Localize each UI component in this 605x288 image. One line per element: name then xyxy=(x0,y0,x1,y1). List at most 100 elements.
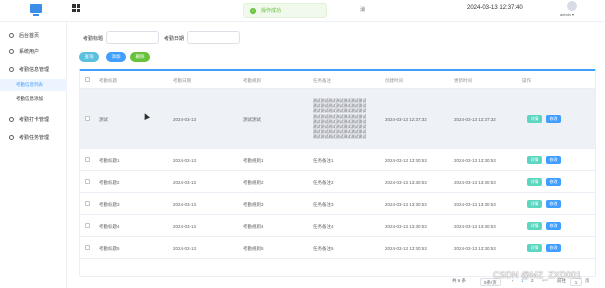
cell-rule: 考勤规则5 xyxy=(243,246,264,251)
sidebar-item-attendance-info[interactable]: 考勤信息管理 xyxy=(0,62,67,76)
cell-created: 2024-03-13 13:30:53 xyxy=(385,158,427,163)
edit-button[interactable]: 修改 xyxy=(546,178,561,186)
detail-button[interactable]: 详情 xyxy=(527,156,542,164)
avatar[interactable] xyxy=(567,1,577,11)
header-title: 考勤标题 xyxy=(99,78,117,83)
monitor-logo-icon xyxy=(30,4,42,16)
detail-button[interactable]: 详情 xyxy=(527,178,542,186)
cell-created: 2024-03-13 13:30:53 xyxy=(385,180,427,185)
edit-button[interactable]: 修改 xyxy=(546,115,561,123)
cell-note: 任务备注2 xyxy=(313,180,334,185)
date-search-label: 考勤日期 xyxy=(164,36,185,42)
date-search-input[interactable] xyxy=(187,31,240,44)
header-created: 创建时间 xyxy=(385,78,403,83)
sidebar-sub-attendance-add[interactable]: 考勤信息添加 xyxy=(0,93,67,105)
goto-suffix: 页 xyxy=(585,278,590,283)
cell-note: 任务备注3 xyxy=(313,202,334,207)
cell-updated: 2024-03-13 13:30:53 xyxy=(454,246,496,251)
detail-button[interactable]: 详情 xyxy=(527,222,542,230)
menu-grid-icon[interactable] xyxy=(72,4,80,12)
cell-updated: 2024-03-13 13:30:53 xyxy=(454,224,496,229)
pager-total: 共 6 条 xyxy=(452,278,467,283)
table-row[interactable]: 考勤标题3 2024-03-13 考勤规则3 任务备注3 2024-03-13 … xyxy=(80,193,595,215)
sidebar-item-tasks[interactable]: 考勤任务管理 xyxy=(0,130,67,144)
cell-note: 任务备注5 xyxy=(313,246,334,251)
top-bar: ✓ 操作成功 消 2024-03-13 12:37:40 admin ▾ xyxy=(0,0,605,22)
cell-note: 测试测试测试测试测试测试测试 测试测试测试测试测试测试测试 测试测试测试测试测试… xyxy=(313,99,367,140)
user-icon xyxy=(9,48,14,54)
edit-button[interactable]: 修改 xyxy=(546,156,561,164)
select-all-checkbox[interactable] xyxy=(85,77,90,82)
cell-note: 任务备注4 xyxy=(313,224,334,229)
table-row[interactable]: 考勤标题5 2024-03-13 考勤规则5 任务备注5 2024-03-13 … xyxy=(80,237,595,259)
watermark: CSDN @MZ_ZXD001 xyxy=(493,270,582,280)
cell-note: 任务备注1 xyxy=(313,158,334,163)
header-actions: 操作 xyxy=(522,78,531,83)
cell-date: 2024-03-13 xyxy=(173,202,197,207)
header-date: 考勤日期 xyxy=(173,78,191,83)
sidebar-sub-attendance-list[interactable]: 考勤信息列表 xyxy=(0,79,67,91)
cell-rule: 考勤规则3 xyxy=(243,202,264,207)
row-checkbox[interactable] xyxy=(85,157,90,162)
cell-date: 2024-03-13 xyxy=(173,158,197,163)
cell-title: 考勤标题1 xyxy=(99,158,120,163)
folder-icon xyxy=(9,66,14,72)
cell-date: 2024-03-13 xyxy=(173,117,197,122)
title-search-label: 考勤标题 xyxy=(83,36,104,42)
check-circle-icon: ✓ xyxy=(250,7,256,14)
header-note: 任务备注 xyxy=(313,78,331,83)
detail-button[interactable]: 详情 xyxy=(527,244,542,252)
row-checkbox[interactable] xyxy=(85,223,90,228)
table-row[interactable]: 考勤标题1 2024-03-13 考勤规则1 任务备注1 2024-03-13 … xyxy=(80,149,595,171)
row-checkbox[interactable] xyxy=(85,116,90,121)
table-row[interactable]: 考勤标题4 2024-03-13 考勤规则4 任务备注4 2024-03-13 … xyxy=(80,215,595,237)
detail-button[interactable]: 详情 xyxy=(527,115,542,123)
top-tail-text: 消 xyxy=(360,7,366,13)
sidebar-item-clockin[interactable]: 考勤打卡管理 xyxy=(0,112,67,126)
search-button[interactable]: 查询 xyxy=(79,52,99,62)
cell-title: 考勤标题5 xyxy=(99,246,120,251)
cell-title: 考勤标题2 xyxy=(99,180,120,185)
cell-title: 考勤标题4 xyxy=(99,224,120,229)
sidebar-item-users[interactable]: 系统用户 xyxy=(0,44,67,58)
row-checkbox[interactable] xyxy=(85,201,90,206)
title-search-input[interactable] xyxy=(106,31,159,44)
cell-date: 2024-03-13 xyxy=(173,224,197,229)
table-row[interactable]: 考勤标题2 2024-03-13 考勤规则2 任务备注2 2024-03-13 … xyxy=(80,171,595,193)
cell-created: 2024-03-13 12:37:32 xyxy=(385,117,427,122)
header-updated: 更新时间 xyxy=(454,78,472,83)
cell-date: 2024-03-13 xyxy=(173,180,197,185)
detail-button[interactable]: 详情 xyxy=(527,200,542,208)
cell-updated: 2024-03-13 13:30:53 xyxy=(454,202,496,207)
cell-created: 2024-03-13 13:30:53 xyxy=(385,224,427,229)
add-button[interactable]: 添加 xyxy=(106,52,126,62)
cell-created: 2024-03-13 13:30:53 xyxy=(385,246,427,251)
cell-rule: 考勤规则1 xyxy=(243,158,264,163)
edit-button[interactable]: 修改 xyxy=(546,222,561,230)
success-toast: ✓ 操作成功 xyxy=(243,3,327,18)
delete-button[interactable]: 删除 xyxy=(130,52,150,62)
user-menu[interactable]: admin ▾ xyxy=(560,12,574,17)
row-checkbox[interactable] xyxy=(85,179,90,184)
cell-updated: 2024-03-13 13:30:53 xyxy=(454,180,496,185)
task-icon xyxy=(9,134,14,140)
cell-updated: 2024-03-13 13:30:53 xyxy=(454,158,496,163)
clock-icon xyxy=(9,116,14,122)
table-row[interactable]: 测试 2024-03-13 测试测试 测试测试测试测试测试测试测试 测试测试测试… xyxy=(80,89,595,149)
cell-rule: 考勤规则2 xyxy=(243,180,264,185)
cell-updated: 2024-03-13 12:37:32 xyxy=(454,117,496,122)
row-checkbox[interactable] xyxy=(85,245,90,250)
attendance-table: 考勤标题 考勤日期 考勤规则 任务备注 创建时间 更新时间 操作 测试 2024… xyxy=(79,69,596,277)
home-icon xyxy=(9,32,14,38)
toast-text: 操作成功 xyxy=(261,8,282,14)
cell-created: 2024-03-13 13:30:53 xyxy=(385,202,427,207)
edit-button[interactable]: 修改 xyxy=(546,244,561,252)
sidebar: 后台首页 系统用户 考勤信息管理 考勤信息列表 考勤信息添加 考勤打卡管理 考勤… xyxy=(0,22,67,288)
cell-date: 2024-03-13 xyxy=(173,246,197,251)
sidebar-item-home[interactable]: 后台首页 xyxy=(0,28,67,42)
cell-title: 测试 xyxy=(99,117,108,122)
clock: 2024-03-13 12:37:40 xyxy=(467,5,523,11)
table-header-row: 考勤标题 考勤日期 考勤规则 任务备注 创建时间 更新时间 操作 xyxy=(80,71,595,89)
cell-title: 考勤标题3 xyxy=(99,202,120,207)
edit-button[interactable]: 修改 xyxy=(546,200,561,208)
